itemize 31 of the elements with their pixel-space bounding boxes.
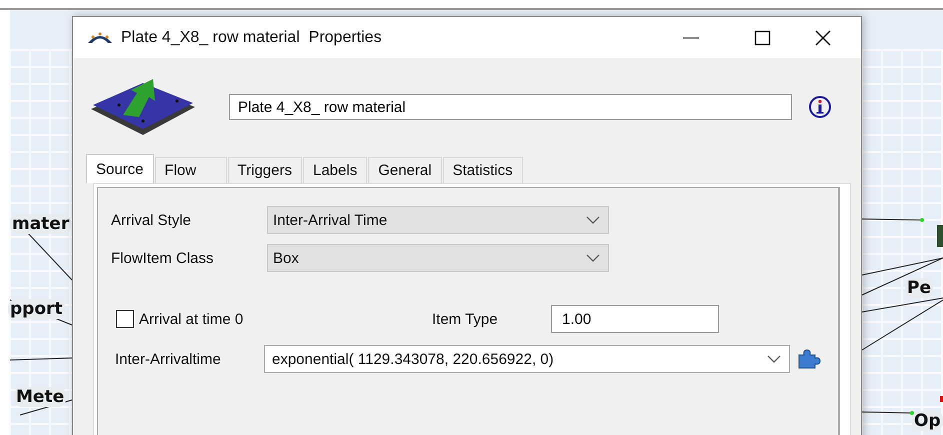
window-title: Plate 4_X8_ row material Properties [121, 28, 382, 46]
node-label: pport [8, 299, 65, 319]
chevron-down-icon [767, 355, 781, 363]
inter-arrivaltime-combo[interactable]: exponential( 1129.343078, 220.656922, 0) [264, 345, 790, 373]
node-label: Op [912, 411, 943, 431]
flowitem-class-dropdown[interactable]: Box [267, 244, 609, 272]
chevron-down-icon [586, 254, 600, 262]
checkbox[interactable] [116, 310, 134, 328]
name-field[interactable]: Plate 4_X8_ row material [229, 94, 792, 120]
tab[interactable]: General [368, 157, 442, 183]
node-label: Mete [14, 387, 66, 407]
tab[interactable]: Statistics [442, 157, 523, 183]
info-icon[interactable] [808, 95, 832, 119]
field-label: Arrival Style [111, 212, 192, 228]
puzzle-piece-icon[interactable] [797, 349, 821, 369]
field-label: FlowItem Class [111, 250, 215, 266]
checkbox-label: Arrival at time 0 [139, 310, 244, 328]
minimize-icon [683, 36, 699, 38]
tab[interactable]: Source [86, 154, 154, 183]
node-label: mater [10, 214, 72, 234]
chevron-down-icon [586, 216, 600, 224]
tab[interactable]: Flow [154, 157, 227, 183]
item-type-field[interactable]: 1.00 [551, 305, 719, 333]
node-label: Pe [905, 278, 933, 298]
field-label: Inter-Arrivaltime [115, 350, 222, 368]
tab[interactable]: Labels [303, 157, 368, 183]
tab[interactable]: Triggers [228, 157, 302, 183]
close-icon [813, 28, 833, 48]
arrival-style-dropdown[interactable]: Inter-Arrival Time [267, 206, 609, 234]
app-logo-icon [87, 30, 113, 44]
field-label: Item Type [432, 310, 499, 328]
